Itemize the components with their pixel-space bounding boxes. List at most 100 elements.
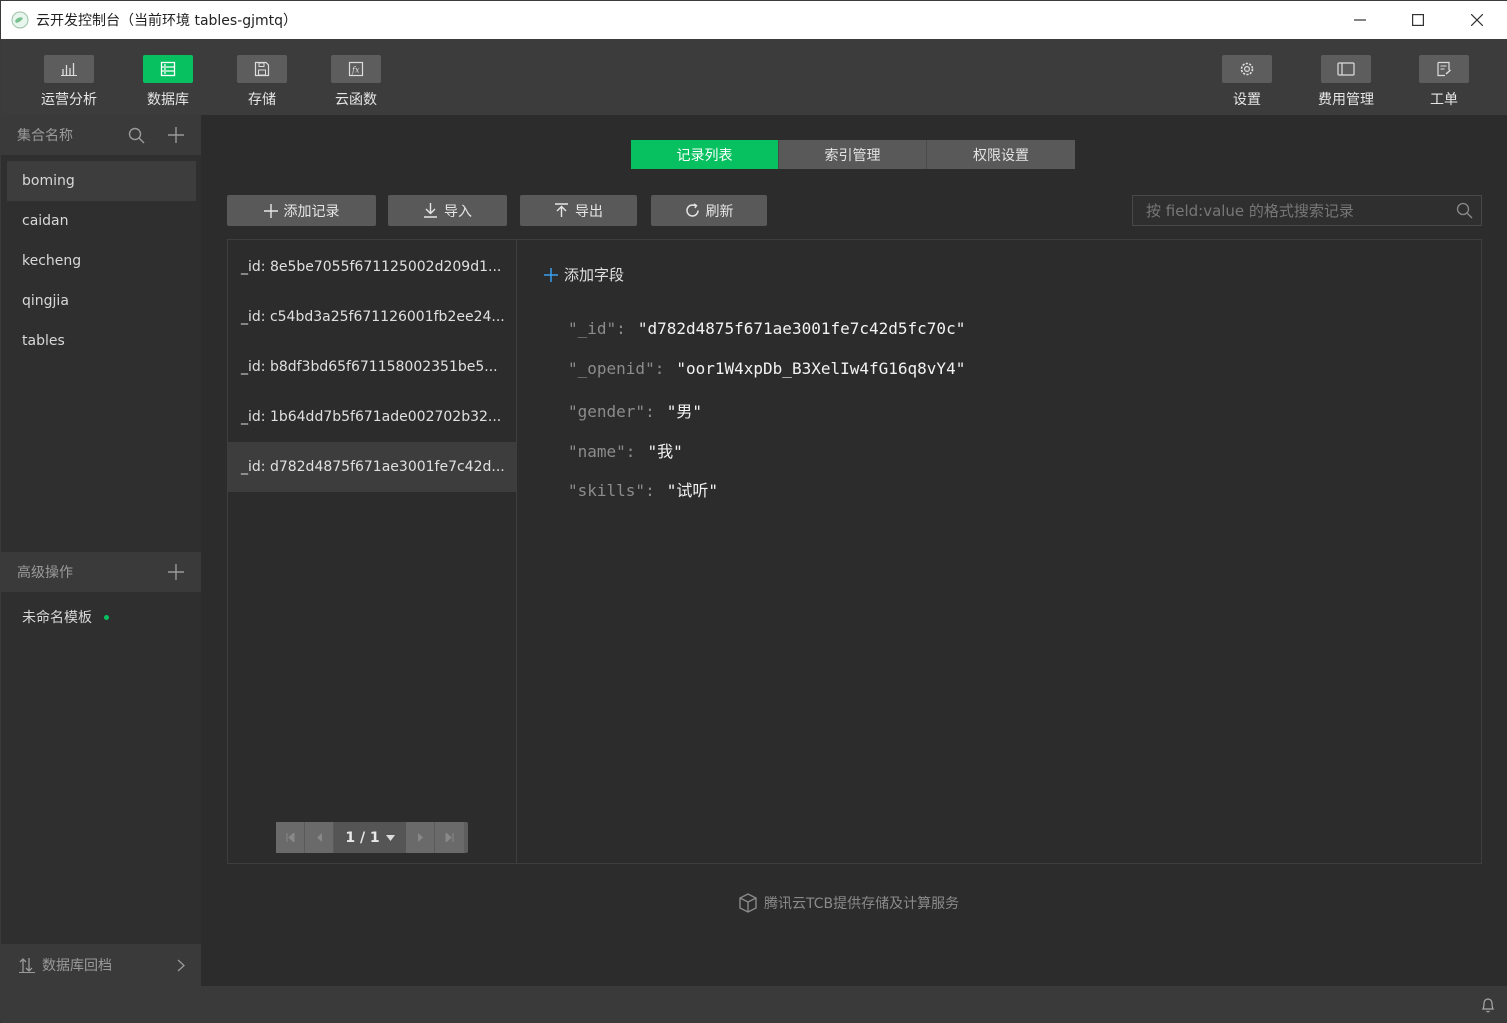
svg-text:fx: fx [351, 66, 360, 75]
prev-page-icon [316, 833, 322, 842]
main-toolbar: 运营分析 数据库 存储 fx 云函数 设置 费用管理 工单 [1, 39, 1507, 115]
collections-header-label: 集合名称 [17, 128, 73, 144]
maximize-button[interactable] [1389, 1, 1447, 39]
field-key: "_id" [568, 319, 617, 338]
toolbar-database[interactable]: 数据库 [133, 55, 203, 109]
toolbar-label: 云函数 [335, 92, 377, 108]
field-value: "我" [647, 442, 683, 461]
field-row[interactable]: "skills": "试听" [568, 477, 718, 501]
sidebar: 集合名称 boming caidan kecheng qingjia table… [1, 115, 201, 986]
field-row[interactable]: "name": "我" [568, 438, 683, 462]
template-item[interactable]: 未命名模板 [7, 597, 196, 637]
field-colon: : [616, 319, 626, 338]
toolbar-settings[interactable]: 设置 [1212, 55, 1282, 109]
close-icon [1471, 14, 1483, 26]
field-colon: : [645, 481, 655, 500]
field-key: "name" [568, 442, 626, 461]
database-rollback[interactable]: 数据库回档 [1, 944, 201, 986]
first-page-icon [286, 833, 294, 842]
add-field-button[interactable]: 添加字段 [544, 264, 624, 285]
toolbar-functions[interactable]: fx 云函数 [321, 55, 391, 109]
plus-icon [263, 203, 278, 218]
template-label: 未命名模板 [22, 610, 92, 626]
first-page-button[interactable] [276, 822, 305, 853]
billing-icon [1337, 62, 1355, 76]
credit-label: 腾讯云TCB提供存储及计算服务 [764, 896, 960, 912]
footer-credit: 腾讯云TCB提供存储及计算服务 [738, 893, 959, 913]
record-item[interactable]: _id: d782d4875f671ae3001fe7c42d... [228, 442, 516, 492]
minimize-icon [1354, 19, 1366, 21]
collection-label: caidan [22, 213, 69, 229]
collection-item[interactable]: boming [7, 161, 196, 201]
prev-page-button[interactable] [305, 822, 334, 853]
toolbar-analytics[interactable]: 运营分析 [34, 55, 104, 109]
record-item[interactable]: _id: 1b64dd7b5f671ade002702b32... [228, 392, 516, 442]
page-label: 1 / 1 [345, 829, 380, 846]
add-collection-icon[interactable] [168, 127, 184, 143]
import-button[interactable]: 导入 [388, 195, 507, 226]
tab-records[interactable]: 记录列表 [631, 140, 779, 169]
tab-bar: 记录列表 索引管理 权限设置 [631, 140, 1075, 169]
collection-item[interactable]: caidan [7, 201, 196, 241]
field-row[interactable]: "_openid": "oor1W4xpDb_B3XelIw4fG16q8vY4" [568, 359, 965, 378]
field-value: "d782d4875f671ae3001fe7c42d5fc70c" [637, 319, 966, 338]
rollback-icon [19, 958, 35, 973]
toolbar-label: 费用管理 [1318, 92, 1374, 108]
record-item[interactable]: _id: 8e5be7055f671125002d209d1... [228, 242, 516, 292]
download-icon [424, 203, 437, 218]
field-value: "试听" [666, 481, 718, 500]
bell-icon[interactable] [1481, 997, 1495, 1013]
app-window: 云开发控制台（当前环境 tables-gjmtq） 运营分析 数据库 存储 fx… [0, 0, 1507, 1023]
last-page-icon [445, 833, 454, 842]
toolbar-ticket[interactable]: 工单 [1409, 55, 1479, 109]
plus-icon [544, 267, 558, 282]
last-page-button[interactable] [435, 822, 464, 853]
record-item[interactable]: _id: b8df3bd65f671158002351be5... [228, 342, 516, 392]
tab-indexes[interactable]: 索引管理 [779, 140, 927, 169]
collection-item[interactable]: qingjia [7, 281, 196, 321]
advanced-header: 高级操作 [1, 552, 201, 592]
next-page-button[interactable] [406, 822, 435, 853]
export-button[interactable]: 导出 [520, 195, 637, 226]
collection-item[interactable]: kecheng [7, 241, 196, 281]
add-record-button[interactable]: 添加记录 [227, 195, 376, 226]
refresh-button[interactable]: 刷新 [651, 195, 767, 226]
field-value: "oor1W4xpDb_B3XelIw4fG16q8vY4" [676, 359, 966, 378]
close-button[interactable] [1448, 1, 1506, 39]
title-bar: 云开发控制台（当前环境 tables-gjmtq） [1, 1, 1507, 39]
search-icon[interactable] [1456, 202, 1473, 219]
add-template-icon[interactable] [168, 564, 184, 580]
refresh-icon [685, 203, 699, 217]
add-record-label: 添加记录 [283, 203, 340, 220]
search-input[interactable] [1133, 196, 1456, 225]
database-icon [160, 61, 176, 77]
field-key: "skills" [568, 481, 646, 500]
main-content: 记录列表 索引管理 权限设置 添加记录 导入 导出 刷新 _id: 8e5be7… [201, 115, 1507, 986]
add-field-label: 添加字段 [564, 266, 625, 284]
field-colon: : [654, 359, 665, 378]
record-item[interactable]: _id: c54bd3a25f671126001fb2ee24... [228, 292, 516, 342]
collections-header: 集合名称 [1, 115, 201, 155]
collection-label: kecheng [22, 253, 82, 269]
search-icon[interactable] [128, 127, 145, 144]
function-icon: fx [348, 61, 364, 77]
page-select[interactable]: 1 / 1 [334, 822, 406, 853]
tab-permissions[interactable]: 权限设置 [927, 140, 1075, 169]
record-list: _id: 8e5be7055f671125002d209d1... _id: c… [228, 240, 517, 863]
minimize-button[interactable] [1331, 1, 1389, 39]
import-label: 导入 [444, 203, 472, 220]
next-page-icon [417, 833, 423, 842]
rollback-label: 数据库回档 [42, 958, 112, 974]
collection-label: boming [22, 173, 75, 189]
collection-item[interactable]: tables [7, 321, 196, 361]
field-value: "男" [666, 402, 702, 421]
toolbar-storage[interactable]: 存储 [227, 55, 297, 109]
field-colon: : [645, 402, 655, 421]
record-search [1132, 195, 1482, 226]
field-row[interactable]: "_id": "d782d4875f671ae3001fe7c42d5fc70c" [568, 319, 965, 338]
upload-icon [555, 203, 568, 217]
pagination: 1 / 1 [276, 822, 468, 853]
toolbar-label: 设置 [1233, 92, 1261, 108]
toolbar-billing[interactable]: 费用管理 [1311, 55, 1381, 109]
field-row[interactable]: "gender": "男" [568, 398, 702, 422]
